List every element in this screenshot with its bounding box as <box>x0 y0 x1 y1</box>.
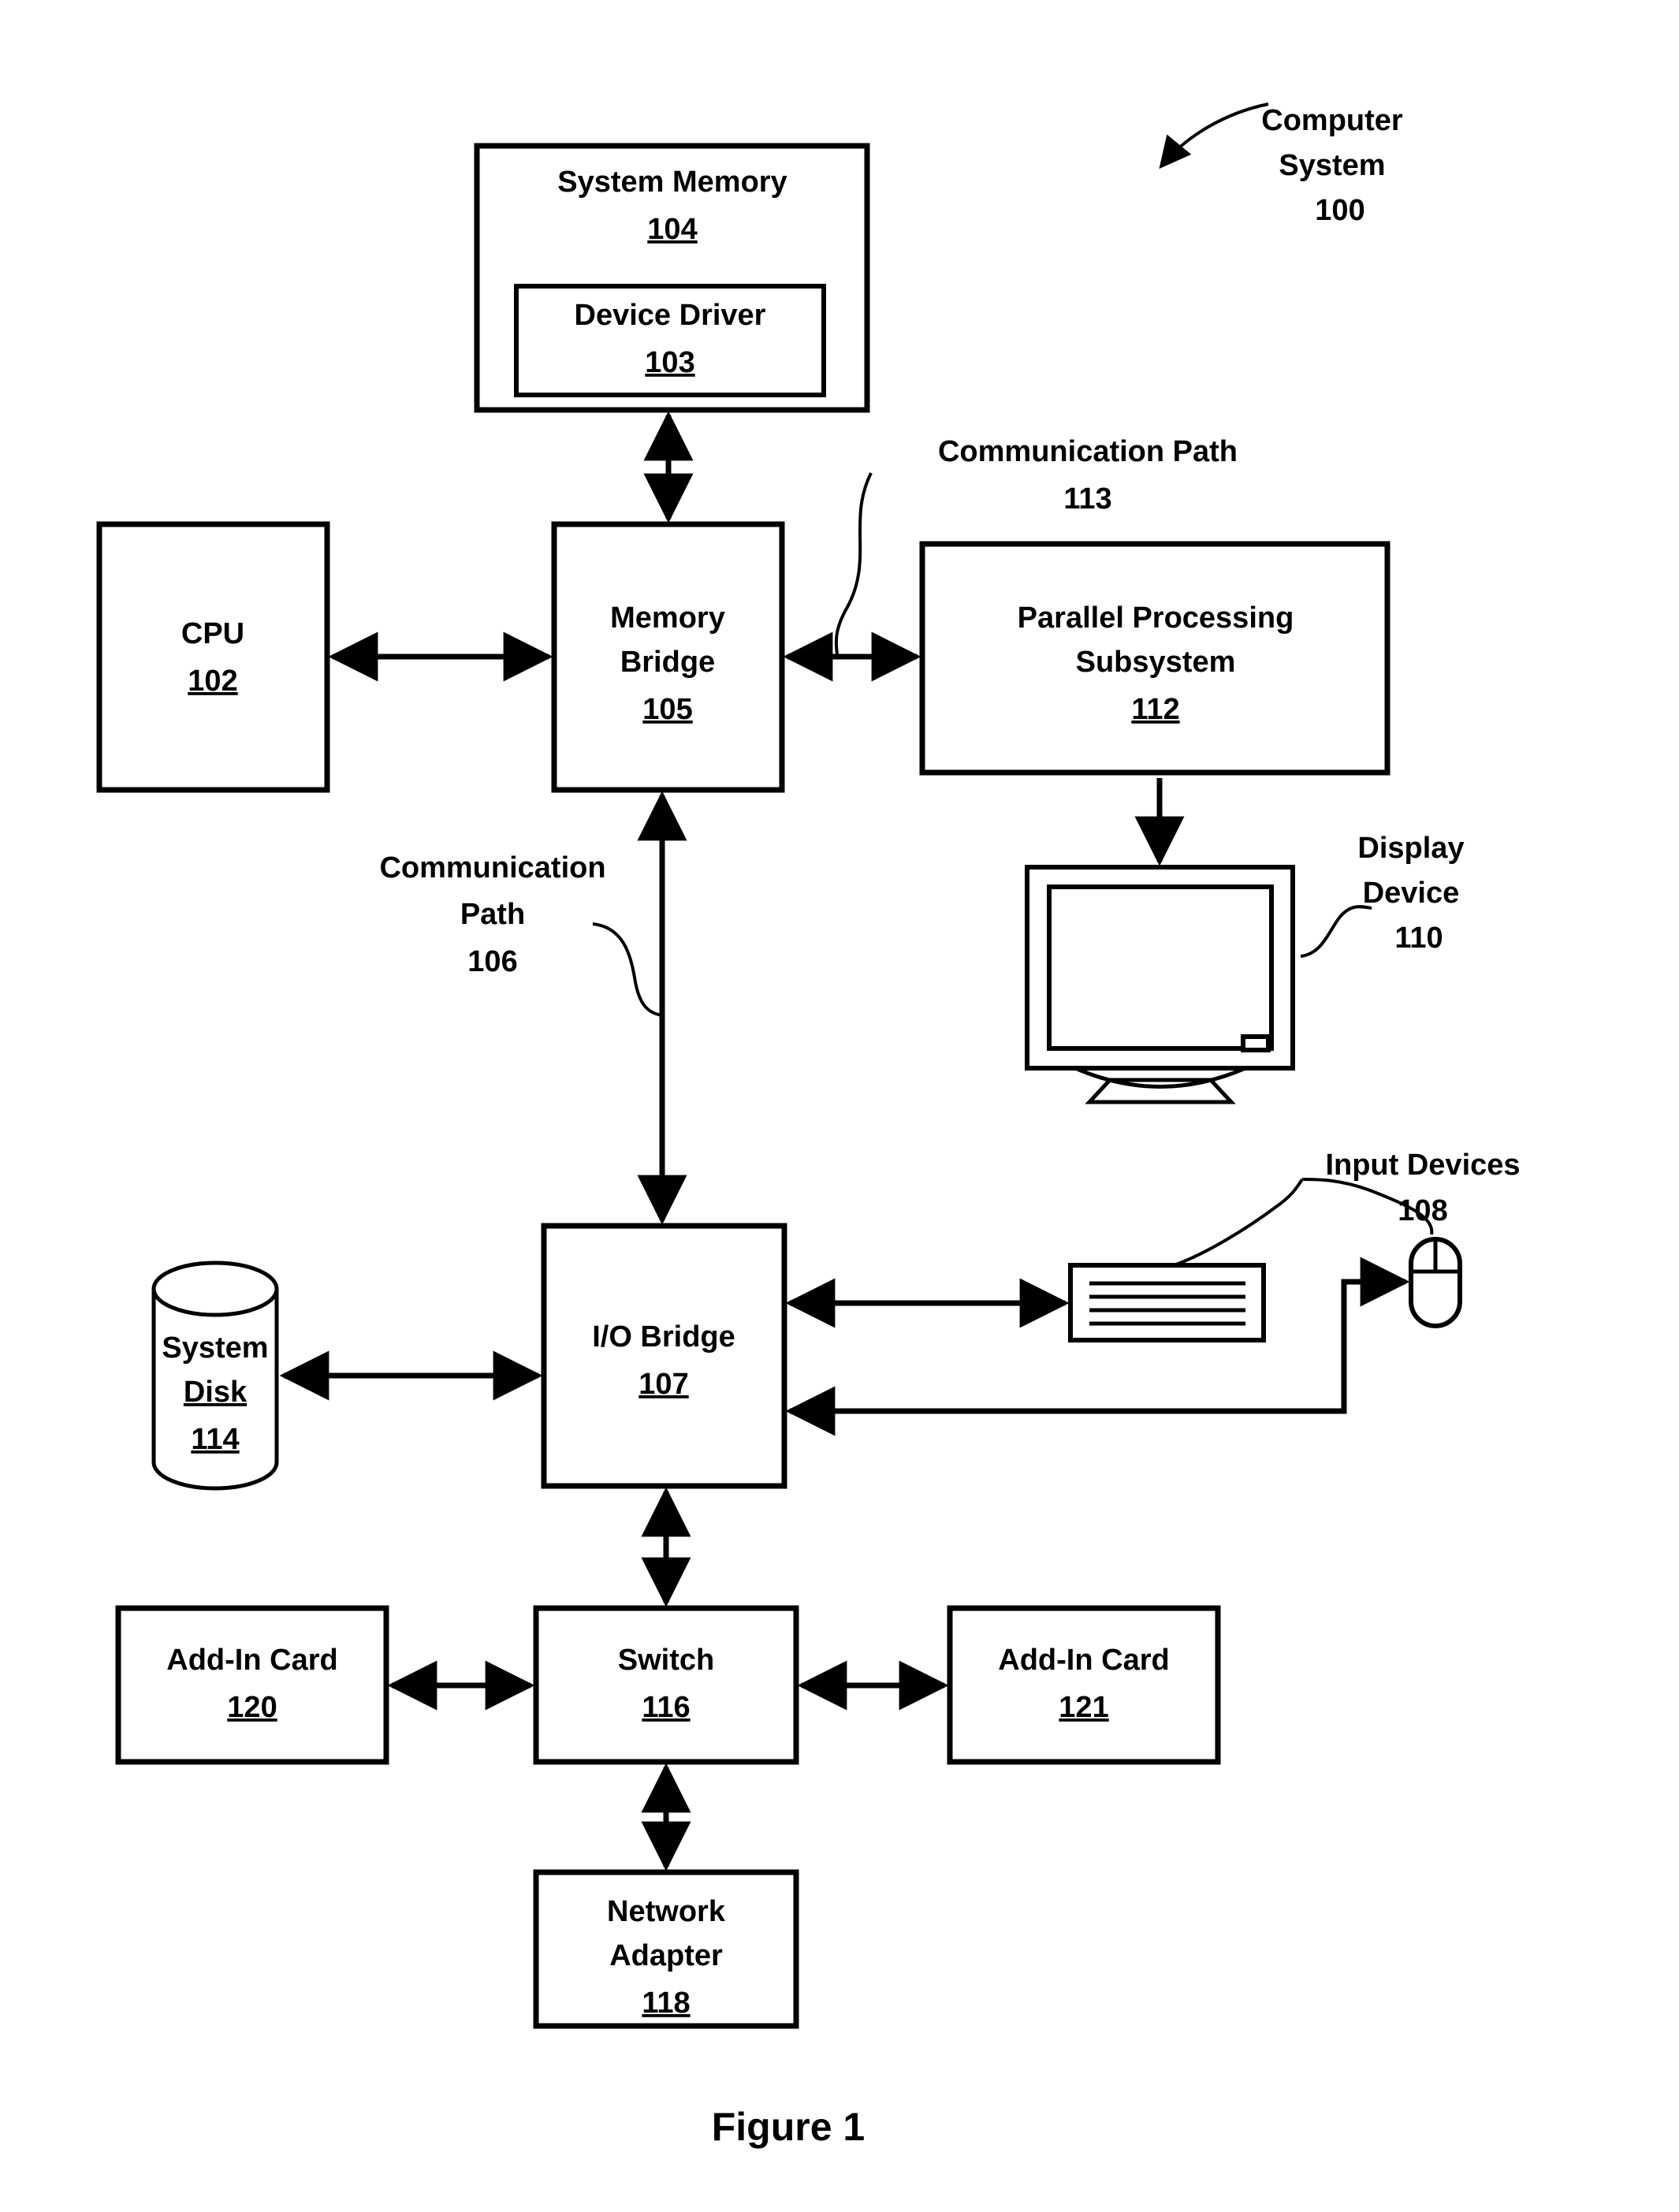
switch-box <box>533 1605 799 1765</box>
cpu-label: CPU <box>181 617 244 650</box>
communication-path-113-label: Communication Path <box>938 435 1238 468</box>
io-bridge-box <box>541 1223 787 1489</box>
io-bridge-label: I/O Bridge <box>592 1320 735 1354</box>
add-in-card-121-label: Add-In Card <box>998 1644 1169 1677</box>
display-device-ref: 110 <box>1394 922 1443 955</box>
cpu-ref: 102 <box>188 665 237 698</box>
add-in-card-121-box <box>947 1605 1221 1765</box>
switch-label: Switch <box>618 1644 714 1677</box>
figure-1-block-diagram: System Memory 104 Device Driver 103 CPU … <box>0 0 1679 2212</box>
network-adapter-label-line1: Network <box>607 1895 726 1928</box>
device-driver-label: Device Driver <box>575 299 766 332</box>
communication-path-106-label-line1: Communication <box>379 851 605 884</box>
add-in-card-120-ref: 120 <box>227 1691 277 1724</box>
communication-path-106-label-line2: Path <box>460 898 525 931</box>
switch-ref: 116 <box>642 1691 690 1724</box>
communication-path-106-ref: 106 <box>467 945 517 978</box>
pps-label-line1: Parallel Processing <box>1018 601 1294 635</box>
computer-system-leader <box>1159 102 1269 169</box>
network-adapter-ref: 118 <box>642 1987 690 2020</box>
computer-system-callout-ref: 100 <box>1315 194 1364 227</box>
communication-path-113-ref: 113 <box>1063 482 1111 516</box>
figure-caption: Figure 1 <box>712 2105 865 2149</box>
system-disk-label-line2: Disk <box>184 1376 248 1409</box>
system-memory-ref: 104 <box>647 213 697 246</box>
add-in-card-120-box <box>115 1605 389 1765</box>
pps-ref: 112 <box>1131 693 1179 726</box>
network-adapter-label-line2: Adapter <box>609 1939 723 1972</box>
diagram-canvas: System Memory 104 Device Driver 103 CPU … <box>96 102 1521 2149</box>
memory-bridge-label-line2: Bridge <box>620 646 715 679</box>
system-disk-label-line1: System <box>162 1331 268 1365</box>
add-in-card-121-ref: 121 <box>1059 1691 1108 1724</box>
communication-path-106-leader <box>592 922 663 1017</box>
keyboard-icon <box>1068 1263 1266 1342</box>
memory-bridge-label-line1: Memory <box>610 601 725 635</box>
device-driver-ref: 103 <box>645 346 694 379</box>
system-disk-ref: 114 <box>191 1423 239 1456</box>
input-devices-108-leader <box>1175 1178 1304 1266</box>
input-devices-ref: 108 <box>1398 1194 1447 1227</box>
input-devices-label: Input Devices <box>1325 1149 1520 1182</box>
display-device-label-line1: Display <box>1357 832 1464 865</box>
communication-path-113-leader <box>834 472 873 657</box>
memory-bridge-ref: 105 <box>642 693 692 726</box>
display-device-110-leader <box>1300 905 1372 958</box>
computer-system-callout-line2: System <box>1279 149 1385 182</box>
mouse-icon <box>1409 1237 1462 1328</box>
computer-system-callout-line1: Computer <box>1261 104 1403 137</box>
display-device-label-line2: Device <box>1363 877 1460 910</box>
cpu-box <box>96 521 330 793</box>
system-memory-label: System Memory <box>557 166 787 199</box>
monitor-icon <box>1025 865 1295 1104</box>
add-in-card-120-label: Add-In Card <box>166 1644 337 1677</box>
pps-label-line2: Subsystem <box>1076 646 1236 679</box>
io-bridge-ref: 107 <box>638 1368 688 1401</box>
